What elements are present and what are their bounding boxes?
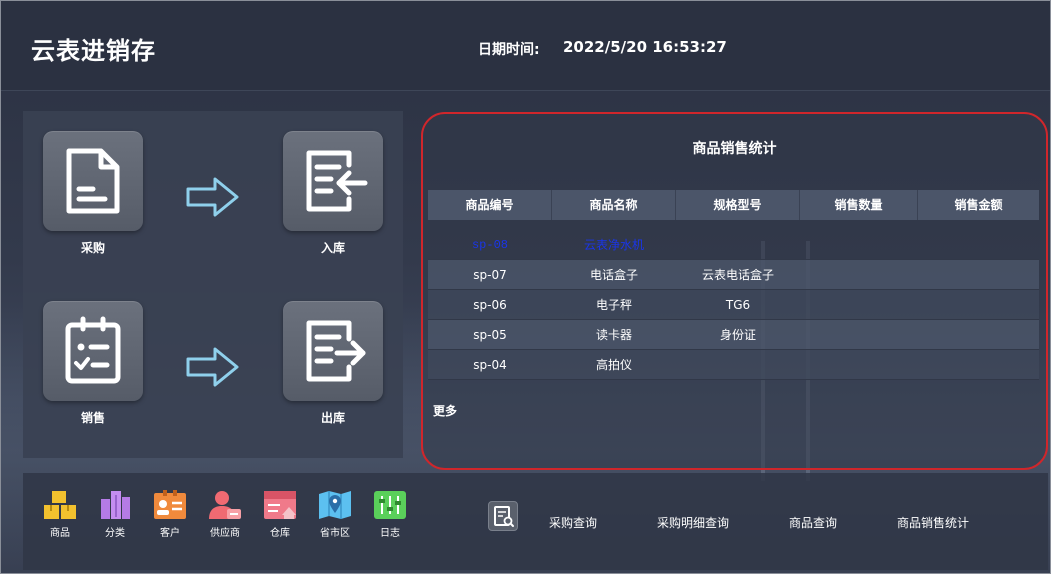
category-buildings-icon bbox=[101, 491, 130, 519]
customer-card-icon bbox=[154, 490, 186, 519]
document-search-icon bbox=[494, 506, 514, 527]
table-header: 商品编号 商品名称 规格型号 销售数量 销售金额 bbox=[428, 190, 1039, 220]
column-header: 销售数量 bbox=[800, 190, 918, 220]
module-warehouse[interactable]: 仓库 bbox=[258, 489, 302, 539]
workflow-panel: 采购 入库 销售 出库 bbox=[23, 111, 403, 458]
table-cell: 云表电话盒子 bbox=[701, 268, 774, 282]
table-cell: sp-06 bbox=[473, 298, 507, 312]
module-label: 省市区 bbox=[320, 528, 350, 539]
table-cell: 高拍仪 bbox=[595, 358, 632, 372]
module-customer[interactable]: 客户 bbox=[148, 489, 192, 539]
supplier-person-icon bbox=[209, 491, 241, 519]
table-cell bbox=[800, 350, 918, 379]
module-label: 供应商 bbox=[210, 528, 240, 539]
datetime-label: 日期时间: bbox=[478, 42, 540, 58]
app-title: 云表进销存 bbox=[31, 37, 156, 65]
module-log[interactable]: 日志 bbox=[368, 489, 412, 539]
table-cell bbox=[918, 290, 1039, 319]
table-cell bbox=[800, 260, 918, 289]
bottom-module-bar: 商品 分类 客户 供应商 仓库 省市区 日志 采购查询 采购明细查询 商品查询 … bbox=[23, 473, 1048, 570]
table-row[interactable]: sp-06 电子秤 TG6 bbox=[428, 290, 1039, 320]
purchase-detail-query-link[interactable]: 采购明细查询 bbox=[657, 514, 729, 531]
table-cell: 身份证 bbox=[719, 328, 756, 342]
table-cell: sp-07 bbox=[473, 268, 507, 282]
datetime-value: 2022/5/20 16:53:27 bbox=[563, 38, 727, 56]
table-cell: 电话盒子 bbox=[589, 268, 638, 282]
map-pin-icon bbox=[319, 491, 351, 519]
stock-out-icon bbox=[306, 320, 366, 382]
header-bar: 云表进销存 日期时间: 2022/5/20 16:53:27 bbox=[1, 1, 1050, 91]
table-row[interactable]: sp-08 云表净水机 bbox=[428, 230, 1039, 260]
table-cell: sp-05 bbox=[473, 328, 507, 342]
purchase-label: 采购 bbox=[80, 241, 105, 255]
table-cell: sp-04 bbox=[473, 358, 507, 372]
stock-in-icon bbox=[306, 150, 368, 212]
table-cell: 云表净水机 bbox=[583, 238, 644, 252]
table-cell bbox=[676, 230, 800, 259]
sales-label: 销售 bbox=[80, 411, 105, 425]
arrow-right-icon bbox=[186, 177, 239, 217]
sales-stats-panel: 商品销售统计 商品编号 商品名称 规格型号 销售数量 销售金额 sp-08 云表… bbox=[421, 112, 1048, 470]
stock-out-label: 出库 bbox=[320, 411, 345, 425]
module-label: 仓库 bbox=[270, 528, 290, 539]
module-label: 商品 bbox=[50, 528, 70, 539]
table-cell bbox=[918, 320, 1039, 349]
table-cell bbox=[800, 320, 918, 349]
stock-out-button[interactable] bbox=[283, 301, 383, 401]
sales-stats-link[interactable]: 商品销售统计 bbox=[897, 514, 969, 531]
sales-button[interactable] bbox=[43, 301, 143, 401]
table-cell bbox=[918, 350, 1039, 379]
module-label: 客户 bbox=[160, 528, 180, 539]
calendar-checklist-icon bbox=[65, 316, 121, 384]
app-window: 云表进销存 日期时间: 2022/5/20 16:53:27 采购 入库 销售 … bbox=[0, 0, 1051, 574]
table-cell bbox=[918, 230, 1039, 259]
column-header: 商品编号 bbox=[428, 190, 552, 220]
module-category[interactable]: 分类 bbox=[93, 489, 137, 539]
warehouse-icon bbox=[264, 491, 296, 519]
purchase-button[interactable] bbox=[43, 131, 143, 231]
module-goods[interactable]: 商品 bbox=[38, 489, 82, 539]
table-cell: 读卡器 bbox=[595, 328, 632, 342]
module-region[interactable]: 省市区 bbox=[313, 489, 357, 539]
table-cell: sp-08 bbox=[471, 238, 508, 252]
sales-stats-table: 商品编号 商品名称 规格型号 销售数量 销售金额 sp-08 云表净水机 sp-… bbox=[428, 190, 1039, 380]
column-header: 商品名称 bbox=[552, 190, 676, 220]
query-icon[interactable] bbox=[488, 501, 518, 531]
stock-in-label: 入库 bbox=[320, 241, 345, 255]
more-link[interactable]: 更多 bbox=[433, 402, 457, 419]
table-row[interactable]: sp-04 高拍仪 bbox=[428, 350, 1039, 380]
table-cell: 电子秤 bbox=[595, 298, 632, 312]
table-cell bbox=[918, 260, 1039, 289]
table-row[interactable]: sp-07 电话盒子 云表电话盒子 bbox=[428, 260, 1039, 290]
table-cell bbox=[800, 290, 918, 319]
goods-query-link[interactable]: 商品查询 bbox=[789, 514, 837, 531]
module-label: 日志 bbox=[380, 528, 400, 539]
table-cell: TG6 bbox=[725, 298, 751, 312]
table-row[interactable]: sp-05 读卡器 身份证 bbox=[428, 320, 1039, 350]
stock-in-button[interactable] bbox=[283, 131, 383, 231]
arrow-right-icon bbox=[186, 347, 239, 387]
module-supplier[interactable]: 供应商 bbox=[203, 489, 247, 539]
column-header: 销售金额 bbox=[954, 198, 1003, 212]
table-cell bbox=[800, 230, 918, 259]
column-header: 规格型号 bbox=[676, 190, 800, 220]
module-label: 分类 bbox=[105, 528, 125, 539]
purchase-query-link[interactable]: 采购查询 bbox=[549, 514, 597, 531]
stats-title: 商品销售统计 bbox=[692, 141, 777, 157]
log-sliders-icon bbox=[374, 491, 406, 519]
goods-boxes-icon bbox=[44, 491, 76, 519]
table-cell bbox=[676, 350, 800, 379]
document-icon bbox=[66, 148, 120, 214]
